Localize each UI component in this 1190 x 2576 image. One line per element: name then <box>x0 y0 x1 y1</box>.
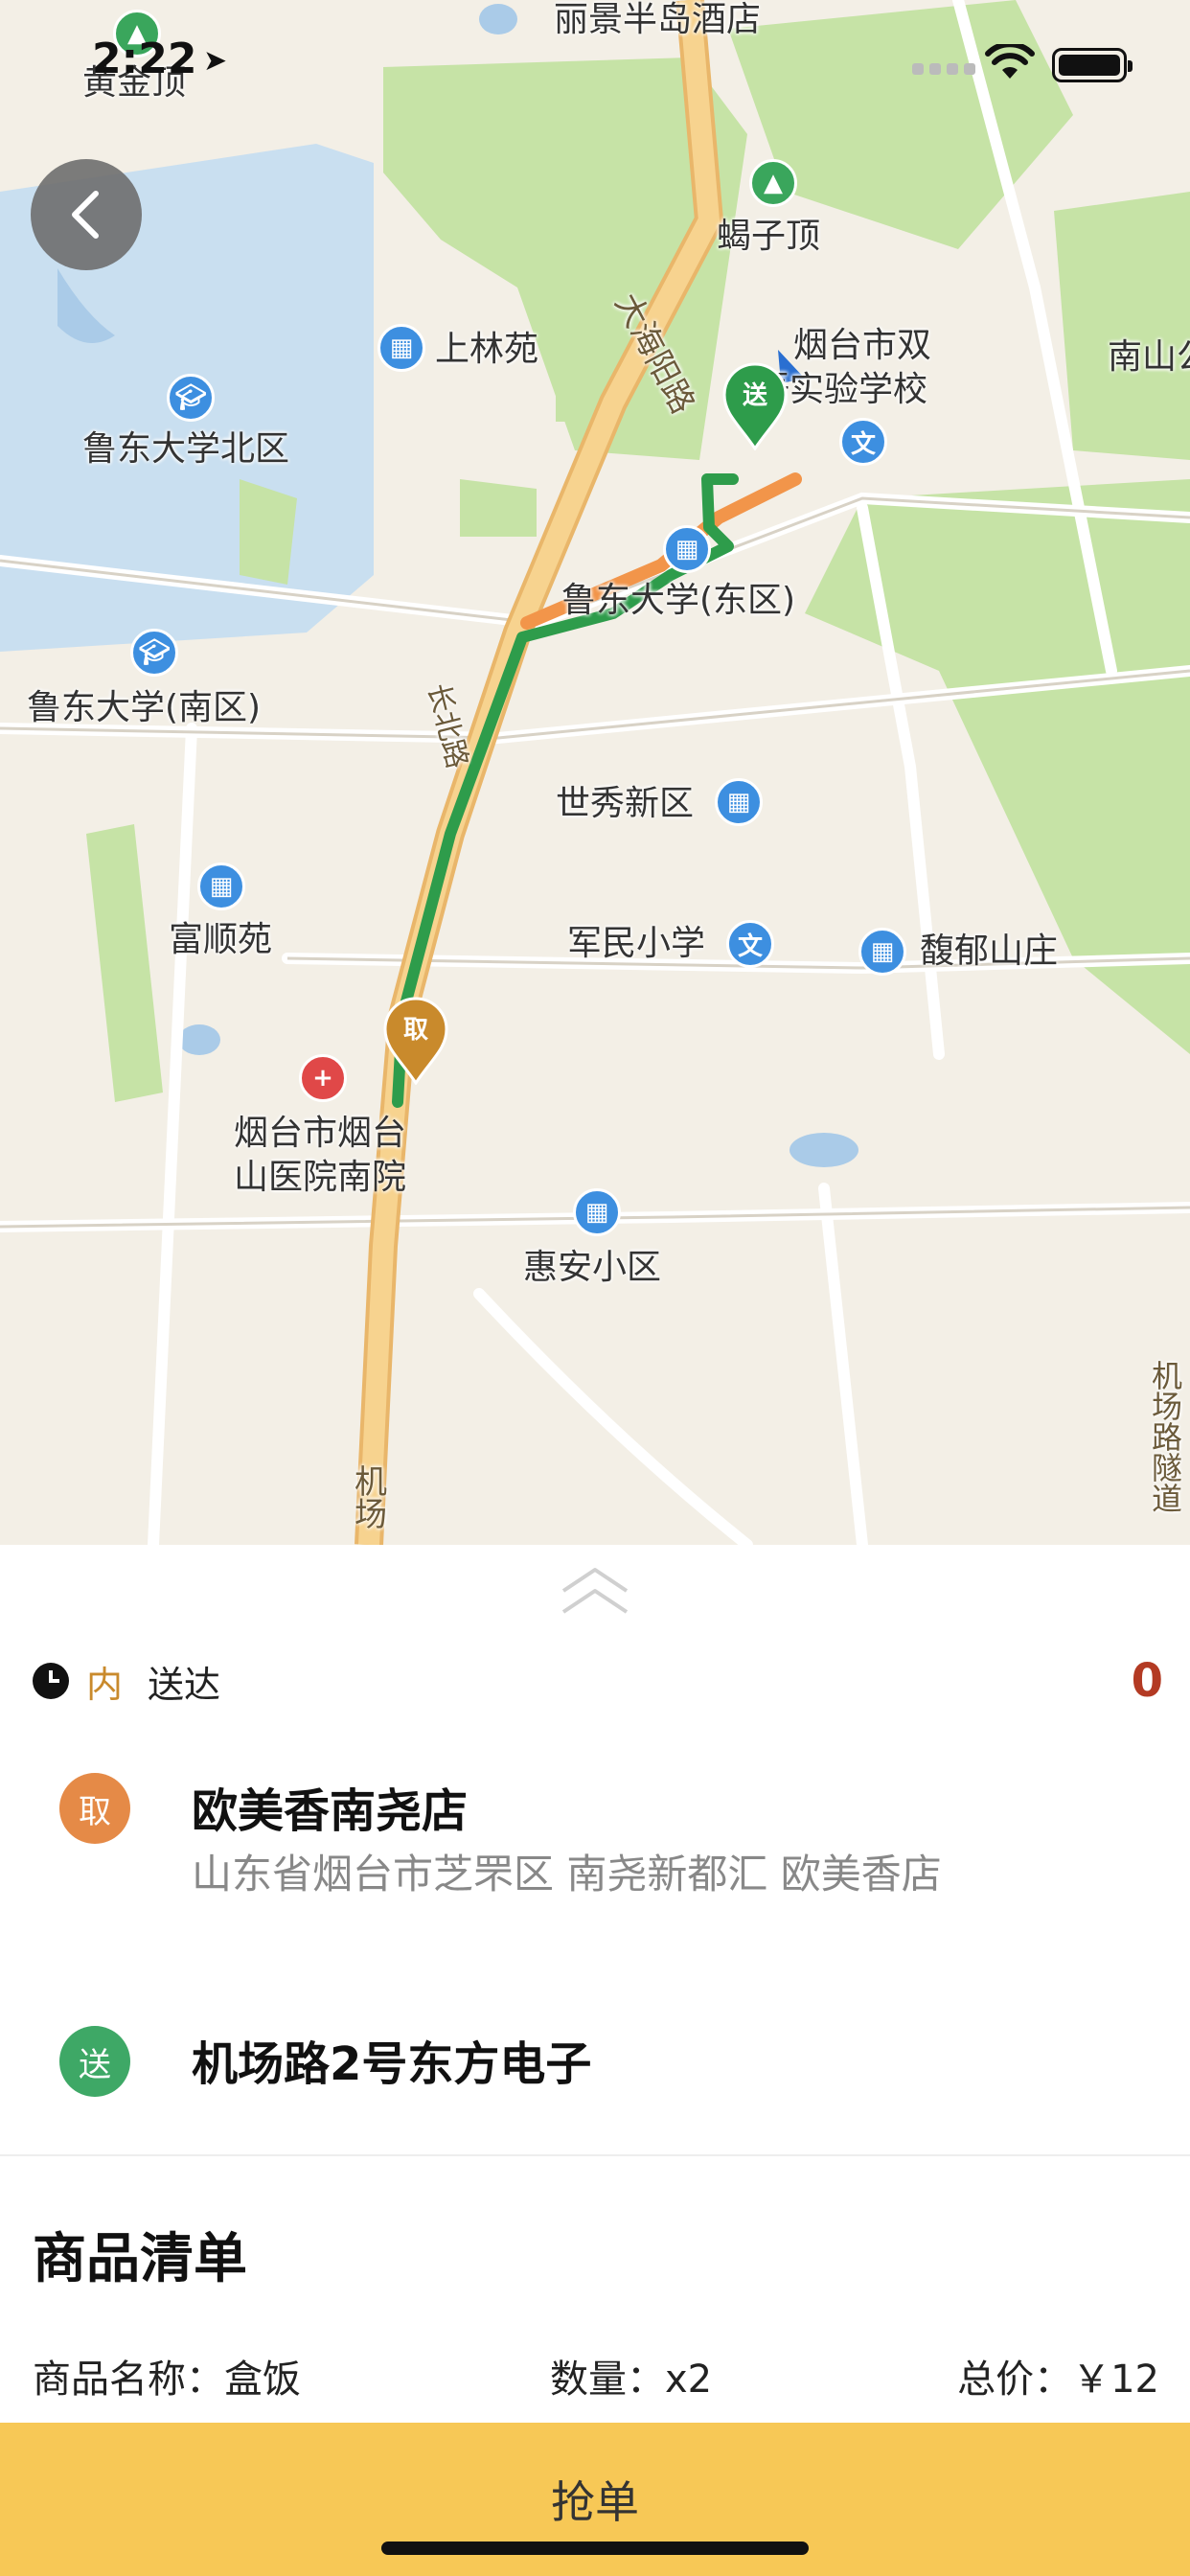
map-background <box>0 0 1190 1545</box>
school-icon: 文 <box>726 920 774 968</box>
location-arrow-icon: ➤ <box>203 44 228 78</box>
wifi-icon <box>985 44 1035 79</box>
map-label-hospital-1: 烟台市烟台 <box>234 1114 407 1153</box>
pickup-badge: 取 <box>59 1773 130 1844</box>
map-label-shanglin: 上林苑 <box>435 330 539 369</box>
building-icon: ▦ <box>197 862 245 910</box>
building-icon: ▦ <box>378 324 425 372</box>
pickup-address-row[interactable]: 取 欧美香南尧店 山东省烟台市芝罘区 南尧新都汇 欧美香店 <box>59 1773 1171 1907</box>
goods-list-title: 商品清单 <box>33 2228 247 2290</box>
map-label-school-1: 烟台市双 <box>793 326 932 365</box>
building-icon: ▦ <box>663 525 711 573</box>
goods-total-price: 总价：￥12 <box>957 2358 1159 2402</box>
map-label-fushun: 富顺苑 <box>169 920 273 959</box>
clock-icon <box>33 1663 69 1699</box>
expand-chevron-icon[interactable] <box>558 1562 632 1620</box>
deliver-label: 送达 <box>148 1663 221 1706</box>
pickup-marker[interactable]: 取 <box>381 997 450 1085</box>
pickup-name: 欧美香南尧店 <box>192 1784 469 1838</box>
map-label-fuyu: 馥郁山庄 <box>920 932 1059 971</box>
map-label-shixiu: 世秀新区 <box>556 784 695 823</box>
goods-name: 商品名称：盒饭 <box>33 2358 301 2402</box>
back-button[interactable] <box>31 159 142 270</box>
goods-quantity: 数量：x2 <box>550 2358 713 2402</box>
dropoff-marker[interactable]: 送 <box>721 362 790 450</box>
building-icon: ▦ <box>858 928 906 976</box>
battery-icon <box>1052 48 1133 82</box>
status-bar: 2:22 ➤ <box>0 0 1190 125</box>
map-label-xiezi: 蝎子顶 <box>717 217 821 256</box>
chevron-left-icon <box>72 191 99 239</box>
school-icon: 文 <box>839 418 887 466</box>
cellular-signal-icon <box>912 56 979 75</box>
pickup-address: 山东省烟台市芝罘区 南尧新都汇 欧美香店 <box>192 1851 942 1898</box>
map-label-huian: 惠安小区 <box>523 1248 662 1287</box>
order-amount: 0 <box>1131 1654 1163 1708</box>
mountain-icon: ▲ <box>749 159 797 207</box>
map-label-jichang: 机场 <box>355 1463 387 1534</box>
map-label-ludong-south: 鲁东大学(南区) <box>27 688 262 727</box>
dropoff-name: 机场路2号东方电子 <box>192 2037 592 2091</box>
order-panel: 内 送达 0 取 欧美香南尧店 山东省烟台市芝罘区 南尧新都汇 欧美香店 送 机… <box>0 1545 1190 2576</box>
divider <box>0 2154 1190 2156</box>
map-label-ludong-east: 鲁东大学(东区) <box>561 581 796 620</box>
time-within-label: 内 <box>86 1663 124 1706</box>
map-label-hospital-2: 山医院南院 <box>234 1158 407 1197</box>
delivery-time-row: 内 送达 0 <box>33 1652 1163 1710</box>
home-indicator <box>381 2542 809 2555</box>
hospital-icon: + <box>299 1054 347 1102</box>
map-label-nanshan: 南山公 <box>1108 337 1190 377</box>
dropoff-address-row[interactable]: 送 机场路2号东方电子 <box>59 2026 1171 2103</box>
dropoff-badge: 送 <box>59 2026 130 2097</box>
map-label-road-vertical: 机场路隧道 <box>1152 1358 1183 1517</box>
map-view[interactable]: ▲ ▲ ▦ 🎓︎ 文 ▦ 🎓︎ ▦ ▦ 文 ▦ + ▦ 丽景半岛酒店 黄金顶 蝎… <box>0 0 1190 1545</box>
map-label-junmin: 军民小学 <box>567 924 706 963</box>
map-label-ludong-north: 鲁东大学北区 <box>82 429 290 469</box>
building-icon: ▦ <box>715 778 763 826</box>
school-icon: 🎓︎ <box>167 374 215 422</box>
building-icon: ▦ <box>573 1188 621 1236</box>
goods-row: 商品名称：盒饭 数量：x2 总价：￥12 <box>33 2348 1159 2402</box>
school-icon: 🎓︎ <box>130 629 178 677</box>
status-time: 2:22 <box>92 34 197 83</box>
